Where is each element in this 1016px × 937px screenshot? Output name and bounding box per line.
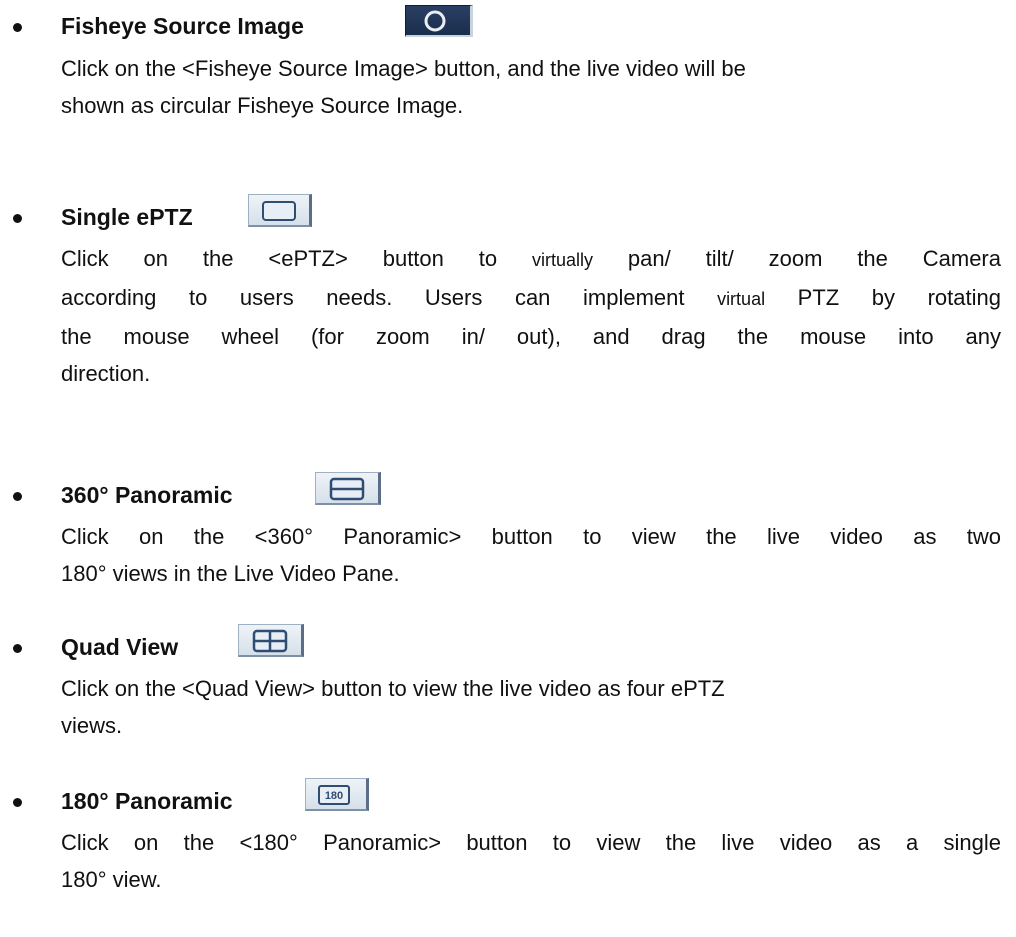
- section-description: Click on the <360° Panoramic> button to …: [61, 524, 1001, 586]
- 180-panoramic-button[interactable]: 180: [305, 778, 369, 811]
- bullet-point: [13, 23, 22, 32]
- section-description: Click on the <180° Panoramic> button to …: [61, 830, 1001, 892]
- 360-panoramic-button[interactable]: [315, 472, 381, 505]
- section-description: Click on the <ePTZ> button to virtually …: [61, 246, 1001, 386]
- single-view-icon: [262, 201, 296, 221]
- bullet-point: [13, 798, 22, 807]
- section-description: Click on the <Quad View> button to view …: [61, 676, 725, 738]
- section-title: 180° Panoramic: [61, 788, 233, 814]
- section-title: Single ePTZ: [61, 204, 193, 230]
- bullet-point: [13, 492, 22, 501]
- section-title: Quad View: [61, 634, 179, 660]
- document-page: Fisheye Source Image Click on the <Fishe…: [0, 0, 1016, 937]
- bullet-point: [13, 214, 22, 223]
- dual-panoramic-icon: [329, 477, 365, 501]
- panoramic-180-icon: 180: [318, 785, 350, 805]
- icon-label-180: 180: [325, 790, 343, 802]
- quad-view-button[interactable]: [238, 624, 304, 657]
- section-title: 360° Panoramic: [61, 482, 233, 508]
- single-eptz-button[interactable]: [248, 194, 312, 227]
- quad-view-icon: [252, 629, 288, 653]
- section-description: Click on the <Fisheye Source Image> butt…: [61, 56, 746, 118]
- fisheye-circle-icon: [424, 10, 446, 32]
- bullet-point: [13, 644, 22, 653]
- section-title: Fisheye Source Image: [61, 13, 304, 39]
- fisheye-source-image-button[interactable]: [405, 5, 473, 37]
